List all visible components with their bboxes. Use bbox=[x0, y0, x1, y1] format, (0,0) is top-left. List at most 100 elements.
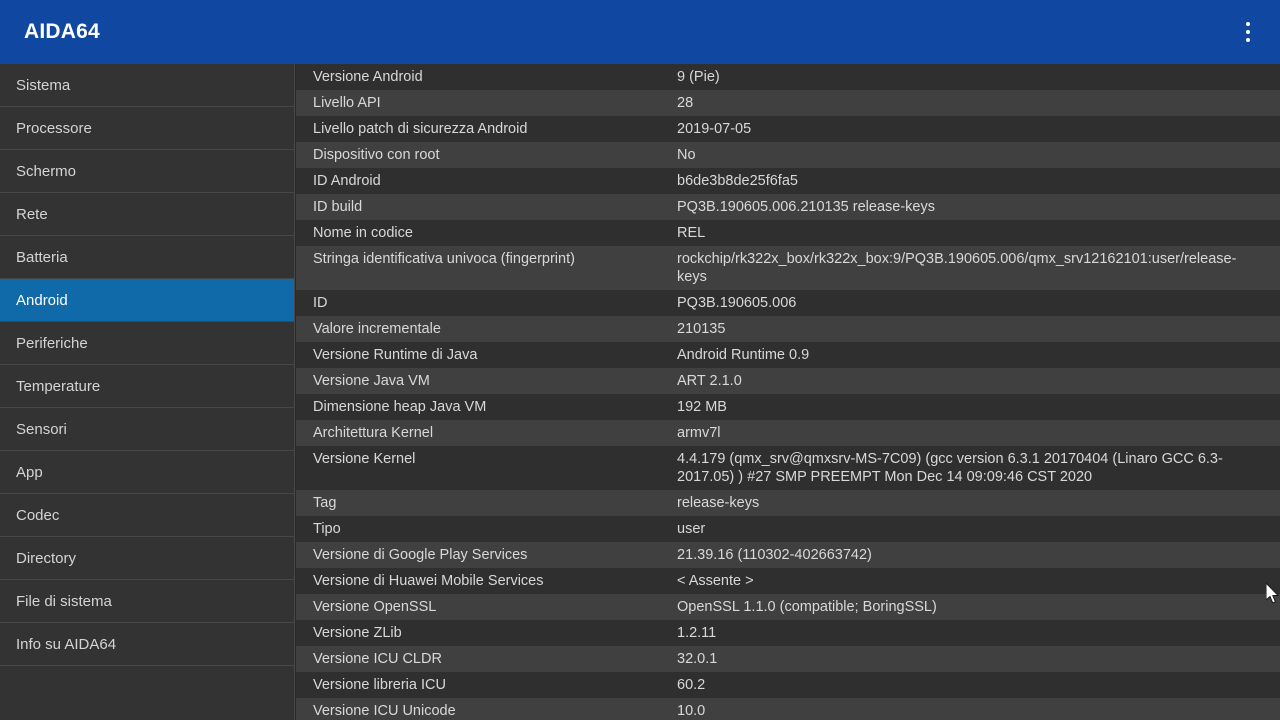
sidebar-item-label: App bbox=[16, 463, 43, 481]
row-value: < Assente > bbox=[677, 573, 754, 589]
sidebar-item-label: Temperature bbox=[16, 377, 101, 395]
row-value: Android Runtime 0.9 bbox=[677, 347, 810, 363]
sidebar-item-android[interactable]: Android bbox=[0, 279, 294, 322]
row-value: 2019-07-05 bbox=[677, 121, 752, 137]
row-label: Versione Java VM bbox=[313, 373, 430, 389]
app-header: AIDA64 bbox=[0, 0, 1280, 64]
table-row[interactable]: Tag release-keys bbox=[296, 490, 1280, 516]
sidebar-item-label: Batteria bbox=[16, 248, 68, 266]
table-row[interactable]: Versione libreria ICU 60.2 bbox=[296, 672, 1280, 698]
table-row[interactable]: Versione Java VM ART 2.1.0 bbox=[296, 368, 1280, 394]
table-row[interactable]: Versione ICU CLDR 32.0.1 bbox=[296, 646, 1280, 672]
page-title: AIDA64 bbox=[24, 20, 100, 43]
sidebar-item-schermo[interactable]: Schermo bbox=[0, 150, 294, 193]
info-table[interactable]: Versione Android 9 (Pie) Livello API 28 Live… bbox=[296, 64, 1280, 720]
row-value: 21.39.16 (110302-402663742) bbox=[677, 547, 872, 563]
row-value: rockchip/rk322x_box/rk322x_box:9/PQ3B.19… bbox=[677, 251, 1237, 285]
row-label: Tag bbox=[313, 495, 337, 511]
row-label: Dimensione heap Java VM bbox=[313, 399, 487, 415]
row-value: 9 (Pie) bbox=[677, 69, 720, 85]
table-row[interactable]: Versione di Huawei Mobile Services < Asse… bbox=[296, 568, 1280, 594]
table-row[interactable]: Livello patch di sicurezza Android 2019-0… bbox=[296, 116, 1280, 142]
row-label: Valore incrementale bbox=[313, 321, 441, 337]
table-row[interactable]: Tipo user bbox=[296, 516, 1280, 542]
sidebar-item-label: Periferiche bbox=[16, 334, 88, 352]
row-label: Versione di Huawei Mobile Services bbox=[313, 573, 544, 589]
table-row[interactable]: Versione Runtime di Java Android Runtime … bbox=[296, 342, 1280, 368]
row-label: Versione OpenSSL bbox=[313, 599, 437, 615]
table-row[interactable]: ID Android b6de3b8de25f6fa5 bbox=[296, 168, 1280, 194]
row-value: PQ3B.190605.006 bbox=[677, 295, 797, 311]
sidebar-item-label: File di sistema bbox=[16, 592, 112, 610]
table-row[interactable]: Versione Android 9 (Pie) bbox=[296, 64, 1280, 90]
row-value: PQ3B.190605.006.210135 release-keys bbox=[677, 199, 935, 215]
sidebar-item-periferiche[interactable]: Periferiche bbox=[0, 322, 294, 365]
table-row[interactable]: Valore incrementale 210135 bbox=[296, 316, 1280, 342]
row-label: ID Android bbox=[313, 173, 381, 189]
table-row[interactable]: Nome in codice REL bbox=[296, 220, 1280, 246]
row-value: b6de3b8de25f6fa5 bbox=[677, 173, 798, 189]
more-vertical-icon[interactable] bbox=[1224, 8, 1272, 56]
table-row[interactable]: Versione Kernel 4.4.179 (qmx_srv@qmxsrv-M… bbox=[296, 446, 1280, 490]
sidebar-item-app[interactable]: App bbox=[0, 451, 294, 494]
table-row[interactable]: Stringa identificativa univoca (fingerpr… bbox=[296, 246, 1280, 290]
row-value: user bbox=[677, 521, 706, 537]
sidebar-item-label: Schermo bbox=[16, 162, 77, 180]
table-row[interactable]: Dispositivo con root No bbox=[296, 142, 1280, 168]
sidebar-item-processore[interactable]: Processore bbox=[0, 107, 294, 150]
row-label: ID build bbox=[313, 199, 363, 215]
row-value: 60.2 bbox=[677, 677, 706, 693]
table-row[interactable]: Dimensione heap Java VM 192 MB bbox=[296, 394, 1280, 420]
sidebar-item-sensori[interactable]: Sensori bbox=[0, 408, 294, 451]
sidebar-item-label: Rete bbox=[16, 205, 48, 223]
row-label: Versione Runtime di Java bbox=[313, 347, 478, 363]
sidebar-item-codec[interactable]: Codec bbox=[0, 494, 294, 537]
table-row[interactable]: Versione ZLib 1.2.11 bbox=[296, 620, 1280, 646]
row-label: Livello API bbox=[313, 95, 381, 111]
sidebar-item-sistema[interactable]: Sistema bbox=[0, 64, 294, 107]
sidebar-item-label: Sistema bbox=[16, 76, 71, 94]
row-value: 32.0.1 bbox=[677, 651, 718, 667]
table-row[interactable]: Livello API 28 bbox=[296, 90, 1280, 116]
table-row[interactable]: Versione OpenSSL OpenSSL 1.1.0 (compatibl… bbox=[296, 594, 1280, 620]
sidebar-nav[interactable]: Sistema Processore Schermo Rete Batteria Andr… bbox=[0, 64, 295, 720]
table-row[interactable]: ID PQ3B.190605.006 bbox=[296, 290, 1280, 316]
row-label: Versione di Google Play Services bbox=[313, 547, 528, 563]
row-label: Versione Kernel bbox=[313, 451, 416, 467]
row-value: OpenSSL 1.1.0 (compatible; BoringSSL) bbox=[677, 599, 937, 615]
row-value: 1.2.11 bbox=[677, 625, 717, 641]
row-label: Versione Android bbox=[313, 69, 423, 85]
row-label: Versione ICU Unicode bbox=[313, 703, 456, 719]
row-value: 10.0 bbox=[677, 703, 706, 719]
row-value: ART 2.1.0 bbox=[677, 373, 742, 389]
row-label: Versione ICU CLDR bbox=[313, 651, 442, 667]
sidebar-item-label: Processore bbox=[16, 119, 92, 137]
row-label: Versione ZLib bbox=[313, 625, 402, 641]
row-value: 192 MB bbox=[677, 399, 727, 415]
row-value: 210135 bbox=[677, 321, 726, 337]
row-value: armv7l bbox=[677, 425, 721, 441]
row-value: REL bbox=[677, 225, 706, 241]
sidebar-item-temperature[interactable]: Temperature bbox=[0, 365, 294, 408]
table-row[interactable]: Architettura Kernel armv7l bbox=[296, 420, 1280, 446]
table-row[interactable]: Versione di Google Play Services 21.39.16… bbox=[296, 542, 1280, 568]
sidebar-item-directory[interactable]: Directory bbox=[0, 537, 294, 580]
aida64-window: AIDA64 Sistema Processore Schermo Rete Batte… bbox=[0, 0, 1280, 720]
dot-1 bbox=[1246, 22, 1250, 26]
sidebar-item-label: Directory bbox=[16, 549, 77, 567]
sidebar-item-batteria[interactable]: Batteria bbox=[0, 236, 294, 279]
sidebar-item-info-su-aida64[interactable]: Info su AIDA64 bbox=[0, 623, 294, 666]
sidebar-item-rete[interactable]: Rete bbox=[0, 193, 294, 236]
dot-2 bbox=[1246, 30, 1250, 34]
table-row[interactable]: Versione ICU Unicode 10.0 bbox=[296, 698, 1280, 720]
row-label: Versione libreria ICU bbox=[313, 677, 446, 693]
sidebar-item-label: Sensori bbox=[16, 420, 67, 438]
row-value: No bbox=[677, 147, 696, 163]
sidebar-item-label: Codec bbox=[16, 506, 60, 524]
row-value: 28 bbox=[677, 95, 694, 111]
dot-3 bbox=[1246, 38, 1250, 42]
row-label: Architettura Kernel bbox=[313, 425, 434, 441]
sidebar-item-file-di-sistema[interactable]: File di sistema bbox=[0, 580, 294, 623]
sidebar-item-label: Android bbox=[16, 291, 68, 309]
table-row[interactable]: ID build PQ3B.190605.006.210135 release-k… bbox=[296, 194, 1280, 220]
